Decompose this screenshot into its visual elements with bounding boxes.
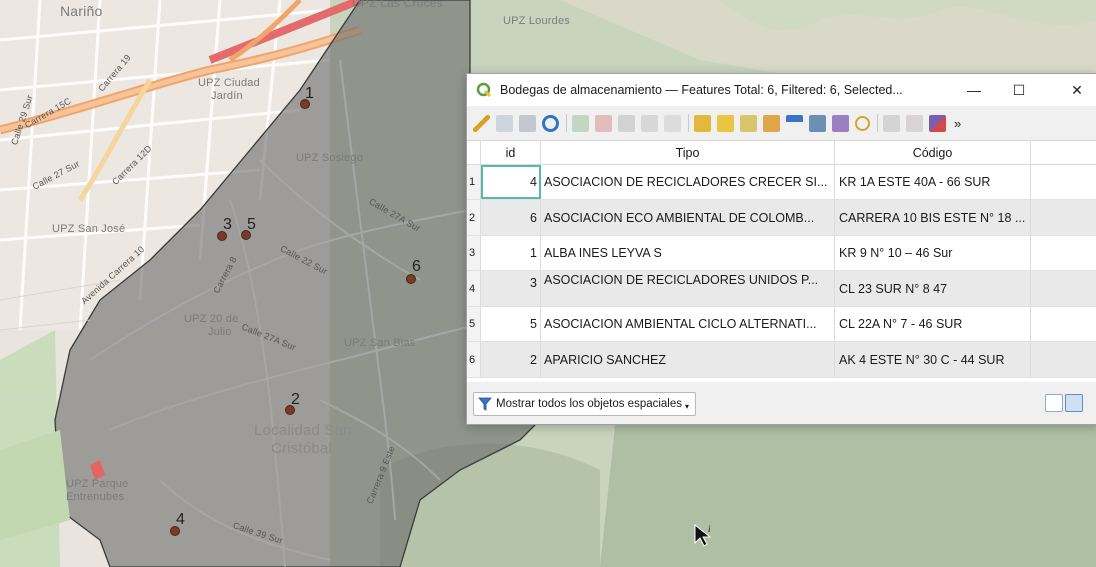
close-button[interactable]: ✕ xyxy=(1055,74,1096,106)
more-tools-icon[interactable]: » xyxy=(954,116,961,131)
label-upz-san-blas: UPZ San Blas xyxy=(344,337,416,349)
show-all-features-label: Mostrar todos los objetos espaciales xyxy=(496,398,683,410)
copy-icon[interactable] xyxy=(641,114,658,132)
save-edits-icon[interactable] xyxy=(519,114,536,132)
row-number-header xyxy=(467,141,481,164)
label-upz-sosiego: UPZ Sosiego xyxy=(296,152,364,164)
select-by-expression-icon[interactable] xyxy=(694,114,711,132)
cell-id[interactable]: 3 xyxy=(481,271,541,306)
svg-text:i: i xyxy=(708,524,711,534)
column-header-codigo[interactable]: Código xyxy=(835,141,1031,164)
pan-to-selected-icon[interactable] xyxy=(832,114,849,132)
filter-icon xyxy=(478,397,492,411)
point-6[interactable] xyxy=(406,274,416,284)
table-row[interactable]: 1 4 ASOCIACION DE RECICLADORES CRECER SI… xyxy=(467,165,1096,200)
reload-icon[interactable] xyxy=(542,114,559,132)
point-label-4: 4 xyxy=(176,511,185,528)
point-label-3: 3 xyxy=(223,216,232,233)
delete-feature-icon[interactable] xyxy=(595,114,612,132)
table-row[interactable]: 2 6 ASOCIACION ECO AMBIENTAL DE COLOMB..… xyxy=(467,200,1096,236)
label-upz-20-julio-2: Julio xyxy=(208,326,232,338)
label-upz-ciudad-jardin-2: Jardín xyxy=(211,90,243,102)
row-number[interactable]: 1 xyxy=(467,165,481,199)
cell-codigo[interactable]: CL 23 SUR N° 8 47 xyxy=(835,271,1031,306)
deselect-all-icon[interactable] xyxy=(763,114,780,132)
label-upz-parque-2: Entrenubes xyxy=(66,491,125,503)
column-header-tipo[interactable]: Tipo xyxy=(541,141,835,164)
cell-tipo[interactable]: ASOCIACION DE RECICLADORES UNIDOS P... xyxy=(541,271,835,306)
table-row[interactable]: 6 2 APARICIO SANCHEZ AK 4 ESTE N° 30 C -… xyxy=(467,342,1096,378)
cell-tipo[interactable]: ASOCIACION AMBIENTAL CICLO ALTERNATI... xyxy=(541,307,835,341)
table-view-icon[interactable] xyxy=(1065,394,1083,412)
cell-codigo[interactable]: CARRERA 10 BIS ESTE N° 18 ... xyxy=(835,200,1031,235)
maximize-button[interactable]: ☐ xyxy=(997,74,1041,106)
add-feature-icon[interactable] xyxy=(572,114,589,132)
new-field-icon[interactable] xyxy=(883,114,900,132)
cell-id[interactable]: 1 xyxy=(481,236,541,270)
minimize-button[interactable]: — xyxy=(952,74,996,106)
cell-tipo[interactable]: ALBA INES LEYVA S xyxy=(541,236,835,270)
attribute-table-window[interactable]: Bodegas de almacenamiento — Features Tot… xyxy=(466,73,1096,425)
table-row[interactable]: 4 3 ASOCIACION DE RECICLADORES UNIDOS P.… xyxy=(467,271,1096,307)
cell-tipo[interactable]: APARICIO SANCHEZ xyxy=(541,342,835,377)
field-calculator-icon[interactable] xyxy=(929,114,946,132)
select-all-icon[interactable] xyxy=(717,114,734,132)
show-all-features-button[interactable]: Mostrar todos los objetos espaciales ▾ xyxy=(473,392,697,416)
cell-id[interactable]: 5 xyxy=(481,307,541,341)
row-number[interactable]: 2 xyxy=(467,200,481,235)
cell-id[interactable]: 2 xyxy=(481,342,541,377)
cell-codigo[interactable]: KR 9 N° 10 – 46 Sur xyxy=(835,236,1031,270)
label-upz-20-julio: UPZ 20 de xyxy=(184,313,239,325)
cut-icon[interactable] xyxy=(618,114,635,132)
form-view-icon[interactable] xyxy=(1045,394,1063,412)
qgis-logo-icon xyxy=(476,82,492,98)
label-narino: Nariño xyxy=(60,3,103,19)
point-label-5: 5 xyxy=(247,216,256,233)
label-localidad: Localidad San xyxy=(254,422,352,439)
move-selection-to-top-icon[interactable] xyxy=(809,114,826,132)
cell-codigo[interactable]: KR 1A ESTE 40A - 66 SUR xyxy=(835,165,1031,199)
title-bar[interactable]: Bodegas de almacenamiento — Features Tot… xyxy=(467,74,1096,106)
mouse-cursor-icon: i xyxy=(694,523,712,547)
delete-field-icon[interactable] xyxy=(906,114,923,132)
chevron-down-icon: ▾ xyxy=(685,402,690,411)
cell-id[interactable]: 4 xyxy=(481,165,541,199)
row-number[interactable]: 4 xyxy=(467,271,481,306)
attribute-table[interactable]: id Tipo Código 1 4 ASOCIACION DE RECICLA… xyxy=(467,141,1096,382)
label-upz-san-jose: UPZ San José xyxy=(52,223,126,235)
paste-icon[interactable] xyxy=(664,114,681,132)
toolbar-separator xyxy=(688,114,689,132)
label-localidad-2: Cristóbal xyxy=(271,440,332,457)
attribute-toolbar: » xyxy=(467,106,1096,141)
toggle-editing-icon[interactable] xyxy=(473,114,490,132)
label-upz-lourdes: UPZ Lourdes xyxy=(503,15,571,27)
cell-codigo[interactable]: AK 4 ESTE N° 30 C - 44 SUR xyxy=(835,342,1031,377)
cell-codigo[interactable]: CL 22A N° 7 - 46 SUR xyxy=(835,307,1031,341)
table-row[interactable]: 3 1 ALBA INES LEYVA S KR 9 N° 10 – 46 Su… xyxy=(467,236,1096,271)
multi-edit-icon[interactable] xyxy=(496,114,513,132)
column-header-id[interactable]: id xyxy=(481,141,541,164)
toolbar-separator xyxy=(877,114,878,132)
table-header: id Tipo Código xyxy=(467,141,1096,165)
point-label-2: 2 xyxy=(291,391,300,408)
point-label-6: 6 xyxy=(412,258,421,275)
toolbar-separator xyxy=(566,114,567,132)
cell-tipo[interactable]: ASOCIACION DE RECICLADORES CRECER SI... xyxy=(541,165,835,199)
cell-id[interactable]: 6 xyxy=(481,200,541,235)
window-title: Bodegas de almacenamiento — Features Tot… xyxy=(500,83,903,97)
row-number[interactable]: 6 xyxy=(467,342,481,377)
filter-select-icon[interactable] xyxy=(786,114,803,132)
zoom-to-selected-icon[interactable] xyxy=(855,115,870,131)
row-number[interactable]: 5 xyxy=(467,307,481,341)
point-label-1: 1 xyxy=(305,85,314,102)
invert-selection-icon[interactable] xyxy=(740,114,757,132)
table-row[interactable]: 5 5 ASOCIACION AMBIENTAL CICLO ALTERNATI… xyxy=(467,307,1096,342)
label-upz-ciudad-jardin: UPZ Ciudad xyxy=(198,77,260,89)
row-number[interactable]: 3 xyxy=(467,236,481,270)
label-upz-las-cruces: UPZ Las Cruces xyxy=(352,0,443,10)
cell-tipo[interactable]: ASOCIACION ECO AMBIENTAL DE COLOMB... xyxy=(541,200,835,235)
label-upz-parque: UPZ Parque xyxy=(66,478,129,490)
bottom-bar: Mostrar todos los objetos espaciales ▾ xyxy=(467,382,1096,424)
